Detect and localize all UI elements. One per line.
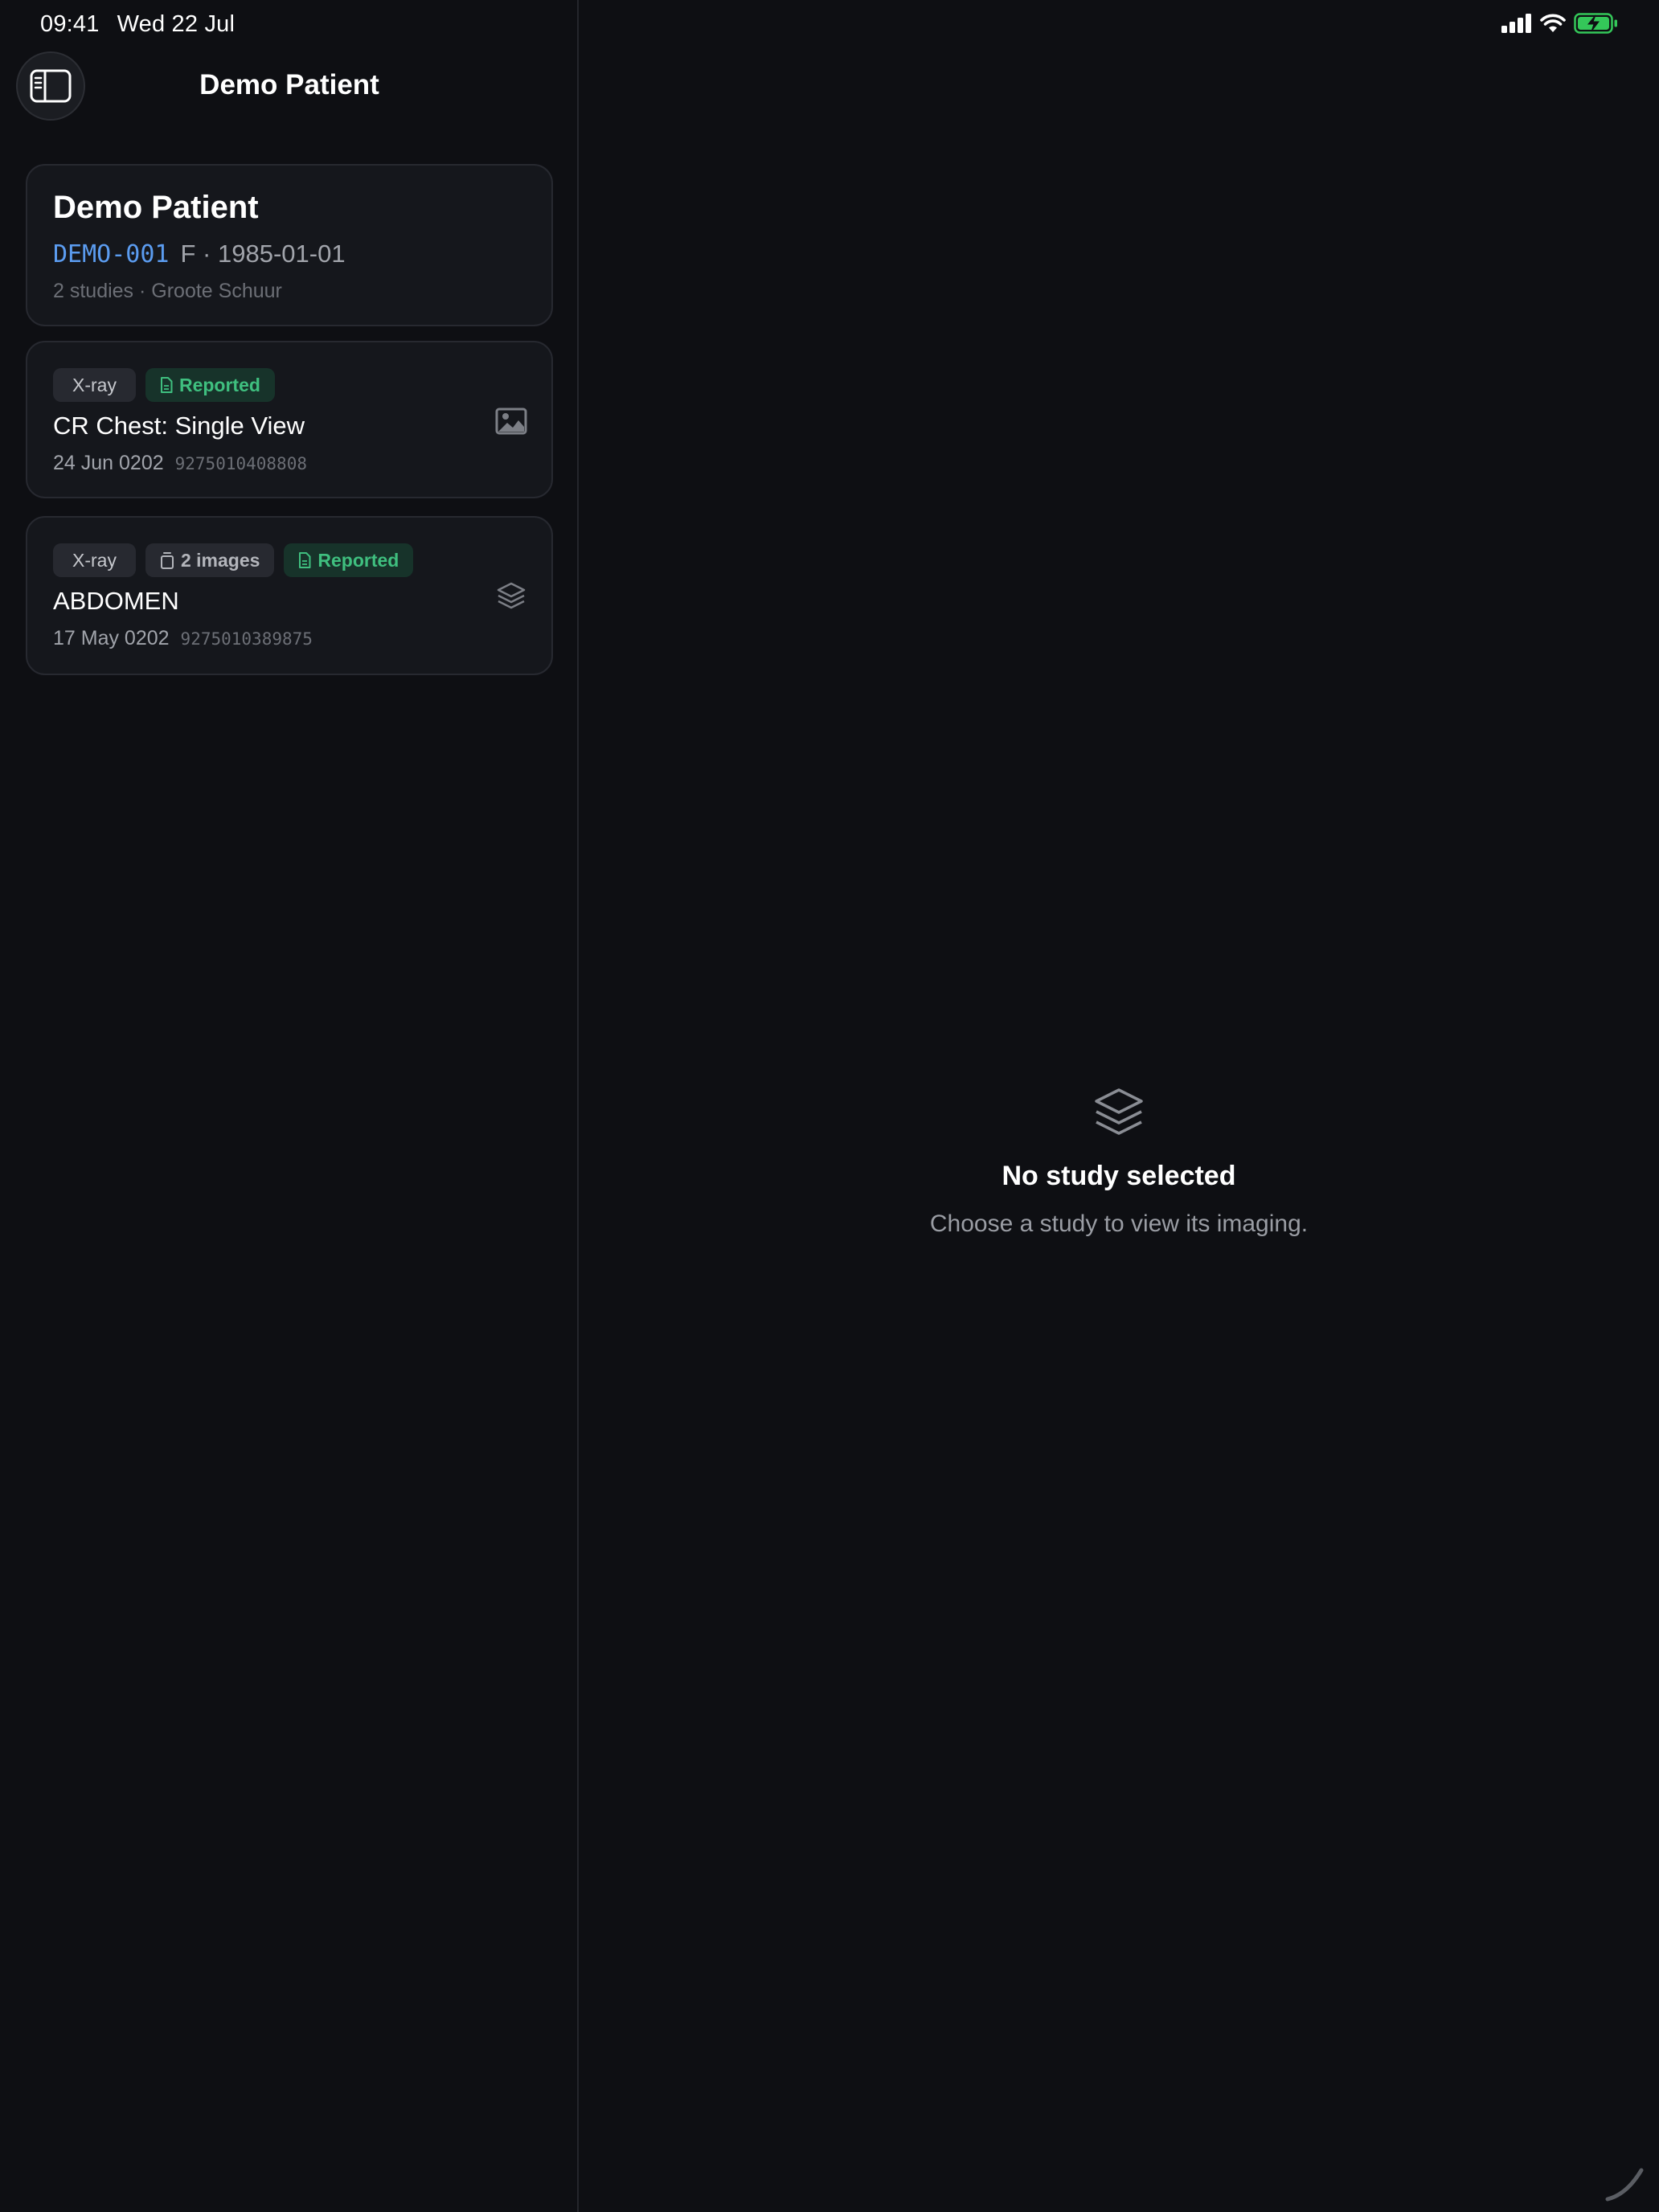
document-icon [160,377,173,393]
study-accession: 9275010408808 [174,454,307,473]
study-card[interactable]: X-ray 2 images Reported ABDOMEN 17 May 0… [26,516,553,675]
status-label: Reported [178,374,260,395]
patient-mrn: DEMO-001 [53,240,170,268]
nav-title: Demo Patient [199,69,379,100]
modality-label: X-ray [72,549,117,571]
layers-icon [497,582,526,609]
modality-badge: X-ray [53,543,136,577]
empty-state-subtitle: Choose a study to view its imaging. [929,1210,1309,1237]
status-badge: Reported [284,543,414,577]
modality-badge: X-ray [53,368,136,402]
study-badges: X-ray Reported [53,368,275,402]
image-count-label: 2 images [180,549,260,571]
document-icon [299,552,311,568]
app-root: 09:41 Wed 22 Jul Demo Patient Demo Patie… [0,0,1659,2212]
study-date: 24 Jun 0202 [53,452,164,474]
image-count-badge: 2 images [145,543,275,577]
study-title: CR Chest: Single View [53,412,305,440]
modality-label: X-ray [72,374,117,395]
study-subtitle: 17 May 0202 9275010389875 [53,627,313,650]
empty-state-title: No study selected [1002,1161,1236,1191]
resize-corner-icon[interactable] [1603,2159,1648,2204]
patient-sidebar: Demo Patient Demo Patient DEMO-001 F · 19… [0,0,579,2212]
patient-sex-dob: F · 1985-01-01 [180,240,346,268]
patient-meta: 2 studies · Groote Schuur [53,280,282,302]
status-badge: Reported [145,368,275,402]
study-badges: X-ray 2 images Reported [53,543,414,577]
status-label: Reported [317,549,399,571]
patient-card: Demo Patient DEMO-001 F · 1985-01-01 2 st… [26,164,553,326]
image-icon [495,408,527,435]
study-subtitle: 24 Jun 0202 9275010408808 [53,452,307,475]
study-card[interactable]: X-ray Reported CR Chest: Single View 24 … [26,341,553,498]
study-title: ABDOMEN [53,587,179,615]
patient-id-line: DEMO-001 F · 1985-01-01 [53,240,346,268]
stack-icon [160,552,174,569]
layers-icon [1095,1088,1143,1135]
patient-name: Demo Patient [53,190,259,225]
detail-pane: No study selected Choose a study to view… [579,0,1659,2212]
study-accession: 9275010389875 [180,629,313,649]
study-date: 17 May 0202 [53,627,170,649]
